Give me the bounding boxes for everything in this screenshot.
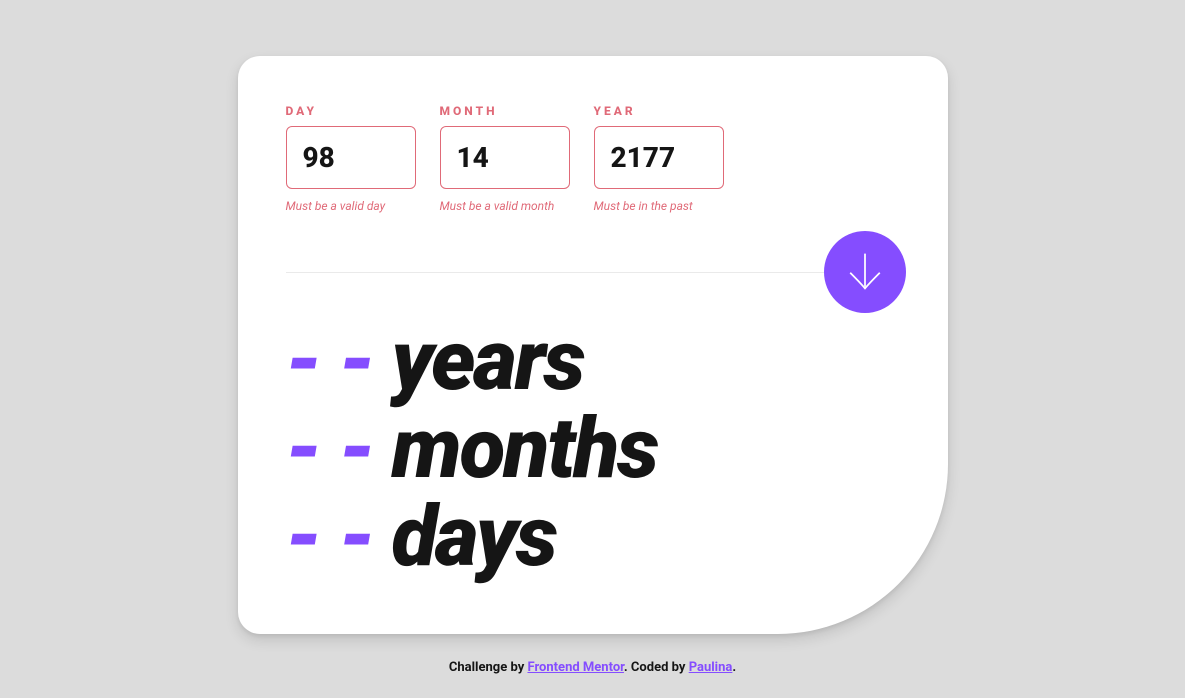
month-input[interactable]: [440, 126, 570, 189]
year-input[interactable]: [594, 126, 724, 189]
calculate-button[interactable]: [824, 231, 906, 313]
frontend-mentor-link[interactable]: Frontend Mentor: [527, 660, 623, 675]
day-input[interactable]: [286, 126, 416, 189]
months-value: - -: [286, 409, 374, 489]
days-value: - -: [286, 497, 374, 577]
year-field: YEAR Must be in the past: [594, 104, 724, 213]
years-value: - -: [286, 321, 374, 401]
result-months: - - months: [286, 409, 900, 489]
day-error: Must be a valid day: [286, 199, 416, 213]
age-calculator-card: DAY Must be a valid day MONTH Must be a …: [238, 56, 948, 634]
author-link[interactable]: Paulina: [689, 660, 733, 675]
months-label: months: [391, 409, 657, 489]
year-label: YEAR: [594, 104, 724, 118]
divider-row: [286, 231, 900, 313]
divider-line: [286, 272, 824, 273]
day-field: DAY Must be a valid day: [286, 104, 416, 213]
year-error: Must be in the past: [594, 199, 724, 213]
attribution: Challenge by Frontend Mentor. Coded by P…: [449, 660, 736, 675]
month-label: MONTH: [440, 104, 570, 118]
result-days: - - days: [286, 497, 900, 577]
days-label: days: [391, 497, 555, 577]
result-years: - - years: [286, 321, 900, 401]
years-label: years: [391, 321, 583, 401]
day-label: DAY: [286, 104, 416, 118]
attribution-mid: . Coded by: [624, 660, 689, 675]
month-field: MONTH Must be a valid month: [440, 104, 570, 213]
arrow-down-icon: [845, 251, 885, 294]
attribution-suffix: .: [732, 660, 736, 675]
month-error: Must be a valid month: [440, 199, 570, 213]
inputs-row: DAY Must be a valid day MONTH Must be a …: [286, 104, 900, 213]
attribution-prefix: Challenge by: [449, 660, 528, 675]
results: - - years - - months - - days: [286, 321, 900, 576]
